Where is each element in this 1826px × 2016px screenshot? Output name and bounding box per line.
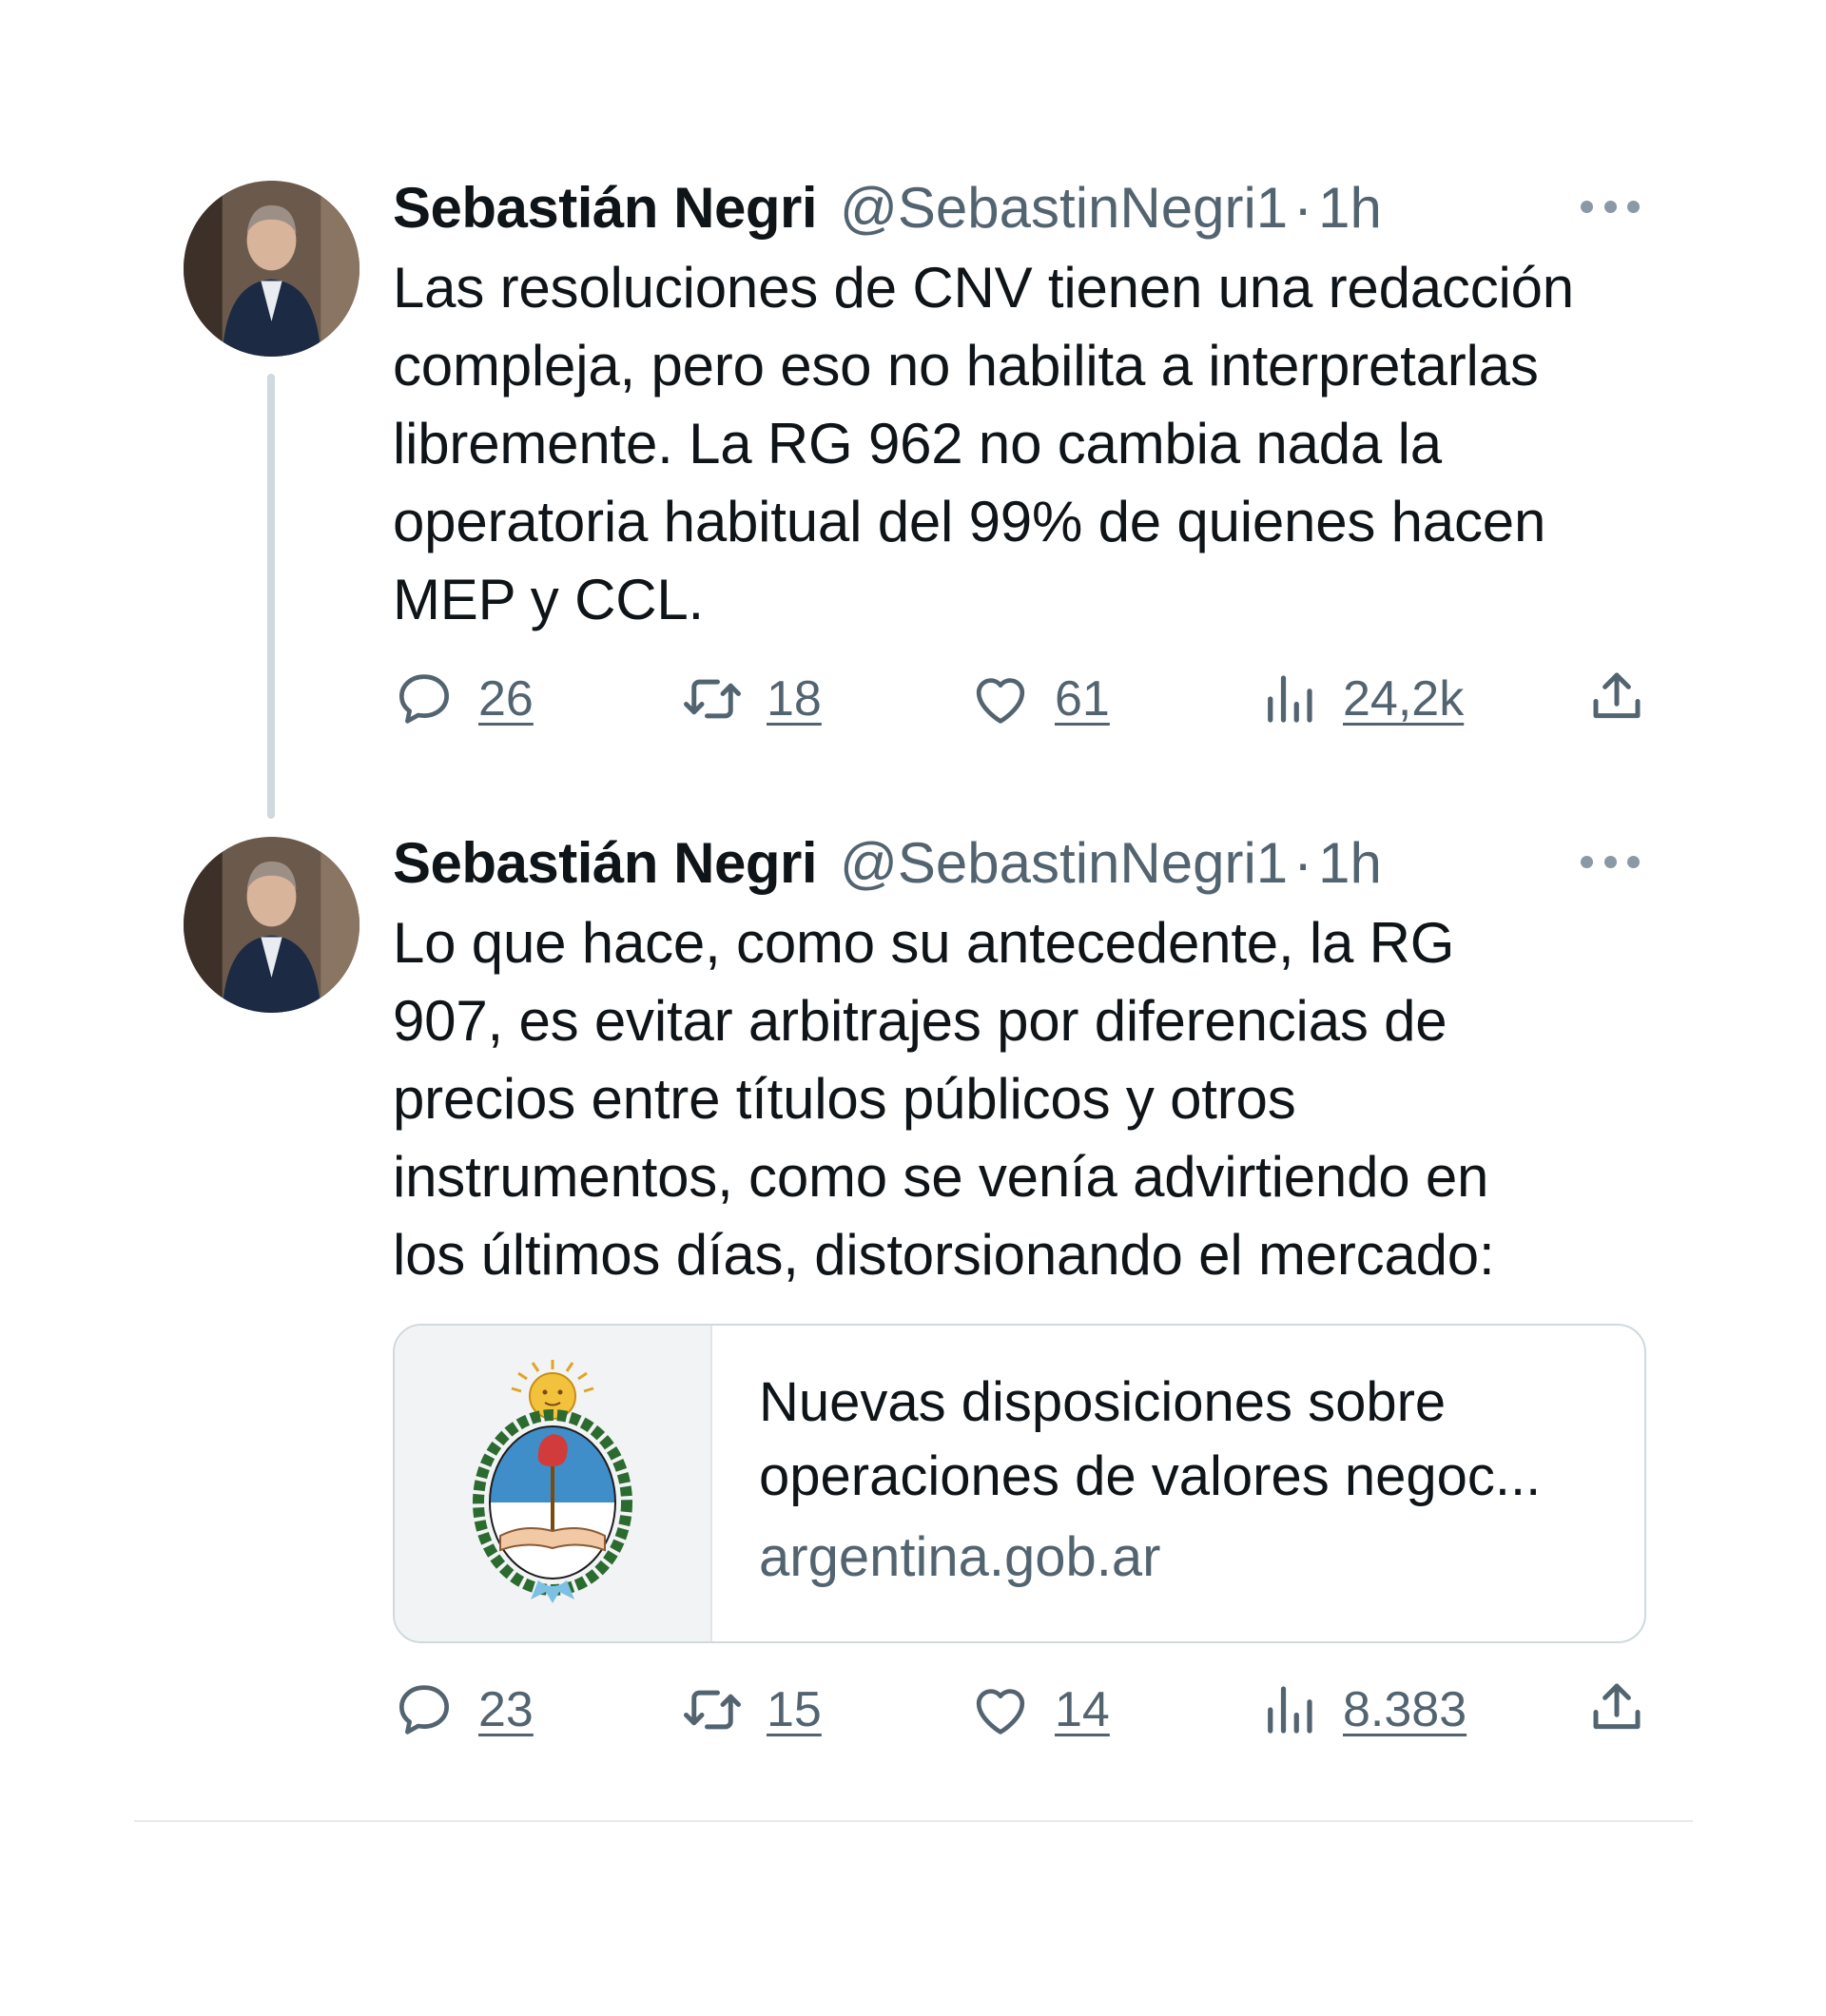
reply-button[interactable]: 23 bbox=[393, 1672, 534, 1748]
heart-icon bbox=[976, 1689, 1025, 1735]
text-line: MEP y CCL. bbox=[393, 568, 704, 631]
retweet-button[interactable]: 15 bbox=[681, 1672, 822, 1748]
author-name[interactable]: Sebastián Negri bbox=[393, 830, 818, 896]
card-title[interactable]: Nuevas disposiciones sobre operaciones d… bbox=[759, 1366, 1615, 1514]
tweet-header: Sebastián Negri @SebastinNegri1 · 1h bbox=[393, 824, 1382, 901]
text-line: libremente. La RG 962 no cambia nada la bbox=[393, 412, 1442, 475]
speech-bubble-icon bbox=[399, 674, 449, 724]
reply-button[interactable]: 26 bbox=[393, 661, 534, 737]
text-line: Lo que hace, como su antecedente, la RG bbox=[393, 911, 1455, 975]
action-bar: 23 15 14 8.383 bbox=[393, 1672, 1648, 1748]
card-title-line: operaciones de valores negoc... bbox=[759, 1445, 1542, 1507]
tweet-text: Lo que hace, como su antecedente, la RG … bbox=[393, 904, 1658, 1294]
retweet-count[interactable]: 18 bbox=[767, 670, 822, 727]
retweet-arrows-icon bbox=[684, 1690, 741, 1730]
tweet-header: Sebastián Negri @SebastinNegri1 · 1h bbox=[393, 169, 1382, 245]
card-thumbnail bbox=[395, 1326, 712, 1641]
more-options-ellipsis-icon[interactable] bbox=[1581, 843, 1640, 881]
tweet-2[interactable]: Sebastián Negri @SebastinNegri1 · 1h Lo … bbox=[0, 818, 1826, 1820]
more-options-ellipsis-icon[interactable] bbox=[1581, 187, 1640, 225]
like-count[interactable]: 61 bbox=[1055, 670, 1110, 727]
bar-chart-icon bbox=[1268, 675, 1312, 723]
retweet-count[interactable]: 15 bbox=[767, 1681, 822, 1738]
reply-count[interactable]: 26 bbox=[478, 670, 534, 727]
tweet-1[interactable]: Sebastián Negri @SebastinNegri1 · 1h Las… bbox=[0, 0, 1826, 818]
retweet-arrows-icon bbox=[684, 679, 741, 719]
separator: · bbox=[1293, 830, 1313, 895]
avatar-photo bbox=[184, 837, 359, 1013]
reply-count[interactable]: 23 bbox=[478, 1681, 534, 1738]
author-name[interactable]: Sebastián Negri bbox=[393, 175, 818, 241]
text-line: los últimos días, distorsionando el merc… bbox=[393, 1223, 1495, 1287]
like-button[interactable]: 14 bbox=[969, 1672, 1110, 1748]
avatar[interactable] bbox=[184, 181, 359, 357]
avatar[interactable] bbox=[184, 837, 359, 1013]
view-count[interactable]: 8.383 bbox=[1343, 1681, 1467, 1738]
card-domain[interactable]: argentina.gob.ar bbox=[759, 1525, 1615, 1589]
text-line: compleja, pero eso no habilita a interpr… bbox=[393, 334, 1539, 397]
share-upload-icon[interactable] bbox=[1585, 1676, 1648, 1738]
retweet-button[interactable]: 18 bbox=[681, 661, 822, 737]
bar-chart-icon bbox=[1268, 1686, 1312, 1734]
views-button[interactable]: 24,2k bbox=[1257, 661, 1464, 737]
action-bar: 26 18 61 24,2k bbox=[393, 661, 1648, 737]
timestamp[interactable]: 1h bbox=[1318, 830, 1382, 896]
avatar-photo bbox=[184, 181, 359, 357]
author-handle[interactable]: @SebastinNegri1 bbox=[840, 830, 1288, 896]
like-button[interactable]: 61 bbox=[969, 661, 1110, 737]
view-count[interactable]: 24,2k bbox=[1343, 670, 1464, 727]
views-button[interactable]: 8.383 bbox=[1257, 1672, 1467, 1748]
separator: · bbox=[1293, 175, 1313, 240]
text-line: precios entre títulos públicos y otros bbox=[393, 1067, 1296, 1131]
tweet-text: Las resoluciones de CNV tienen una redac… bbox=[393, 249, 1658, 639]
text-line: 907, es evitar arbitrajes por diferencia… bbox=[393, 989, 1447, 1053]
card-title-line: Nuevas disposiciones sobre bbox=[759, 1371, 1447, 1433]
text-line: instrumentos, como se venía advirtiendo … bbox=[393, 1145, 1489, 1209]
speech-bubble-icon bbox=[399, 1685, 449, 1735]
like-count[interactable]: 14 bbox=[1055, 1681, 1110, 1738]
bottom-divider bbox=[134, 1820, 1693, 1822]
author-handle[interactable]: @SebastinNegri1 bbox=[840, 175, 1288, 241]
link-preview-card[interactable]: Nuevas disposiciones sobre operaciones d… bbox=[393, 1324, 1646, 1643]
timestamp[interactable]: 1h bbox=[1318, 175, 1382, 241]
card-text: Nuevas disposiciones sobre operaciones d… bbox=[759, 1366, 1615, 1589]
heart-icon bbox=[976, 678, 1025, 724]
share-upload-icon[interactable] bbox=[1585, 665, 1648, 727]
text-line: Las resoluciones de CNV tienen una redac… bbox=[393, 256, 1574, 320]
argentina-coat-of-arms-icon bbox=[473, 1360, 632, 1603]
text-line: operatoria habitual del 99% de quienes h… bbox=[393, 490, 1546, 553]
